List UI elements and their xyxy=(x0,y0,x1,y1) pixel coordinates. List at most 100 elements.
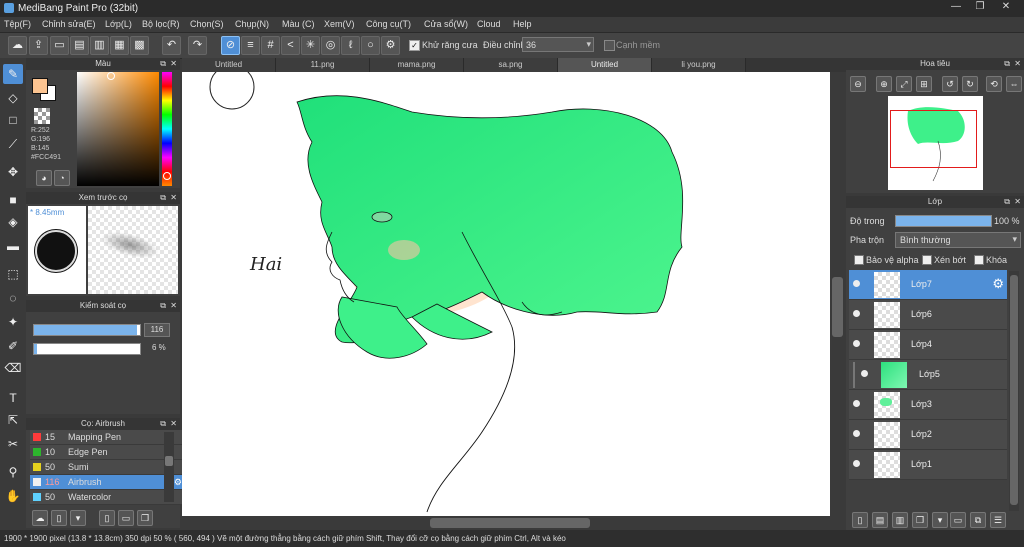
vertical-scrollbar[interactable] xyxy=(830,72,846,516)
copy-icon[interactable]: ❐ xyxy=(137,510,153,526)
cross-snap-icon[interactable]: # xyxy=(261,36,280,55)
bucket-tool-icon[interactable]: ◈ xyxy=(3,212,23,232)
close-icon[interactable]: ✕ xyxy=(170,418,177,430)
drawing-canvas[interactable]: Hai xyxy=(182,72,830,516)
menu-filter[interactable]: Bộ lọc(R) xyxy=(142,19,180,29)
circle-snap-icon[interactable]: ◎ xyxy=(321,36,340,55)
clipping-checkbox[interactable] xyxy=(922,255,932,265)
tab-untitled[interactable]: Untitled xyxy=(182,58,276,72)
soft-edge-checkbox[interactable] xyxy=(604,40,615,51)
fill-shape-tool-icon[interactable]: ■ xyxy=(3,190,23,210)
eye-icon[interactable] xyxy=(853,430,860,437)
brush-opacity-slider[interactable] xyxy=(33,343,141,355)
close-button[interactable]: ✕ xyxy=(994,0,1018,14)
menu-tools[interactable]: Công cụ(T) xyxy=(366,19,411,29)
tab-sa-png[interactable]: sa.png xyxy=(464,58,558,72)
cloud-icon[interactable]: ☁ xyxy=(8,36,27,55)
hand-tool-icon[interactable]: ✋ xyxy=(3,486,23,506)
popout-icon[interactable]: ⧉ xyxy=(1004,196,1010,208)
divide-tool-icon[interactable]: ✂ xyxy=(3,434,23,454)
snap-off-icon[interactable]: ⊘ xyxy=(221,36,240,55)
brush-item[interactable]: 50 Watercolor xyxy=(30,490,186,505)
brush-item[interactable]: 10 Edge Pen xyxy=(30,445,186,460)
operation-tool-icon[interactable]: ⇱ xyxy=(3,410,23,430)
close-icon[interactable]: ✕ xyxy=(1014,58,1021,70)
brush-size-slider[interactable] xyxy=(33,324,141,336)
layer-row-lop5[interactable]: Lớp5 xyxy=(849,360,1007,390)
canvas-area[interactable]: Hai xyxy=(182,72,846,530)
saturation-value-picker[interactable] xyxy=(77,72,159,186)
zoom-out-icon[interactable]: ⊖ xyxy=(850,76,866,92)
brush-size-value[interactable]: 116 xyxy=(144,323,170,337)
brush-list-scrollbar[interactable] xyxy=(164,432,174,502)
tab-li-you-png[interactable]: li you.png xyxy=(652,58,746,72)
merge-layer-icon[interactable]: ⧉ xyxy=(970,512,986,528)
share-icon[interactable]: ▦ xyxy=(110,36,129,55)
palette-icon[interactable]: ◕ xyxy=(36,170,52,186)
minimize-button[interactable]: — xyxy=(944,0,968,14)
horizontal-scrollbar[interactable] xyxy=(182,516,846,530)
add-layer-menu-icon[interactable]: ▾ xyxy=(932,512,948,528)
navigator-preview[interactable] xyxy=(888,96,983,190)
dot-tool-icon[interactable]: □ xyxy=(3,110,23,130)
close-icon[interactable]: ✕ xyxy=(170,300,177,312)
menu-file[interactable]: Tệp(F) xyxy=(4,19,31,29)
select-pen-tool-icon[interactable]: ✐ xyxy=(3,336,23,356)
layer-row-lop6[interactable]: Lớp6 xyxy=(849,300,1007,330)
eyedropper-tool-icon[interactable]: ⚲ xyxy=(3,462,23,482)
brush-cloud-icon[interactable]: ☁ xyxy=(32,510,48,526)
brush-item[interactable]: 50 Sumi xyxy=(30,460,186,475)
popout-icon[interactable]: ⧉ xyxy=(160,192,166,204)
eye-icon[interactable] xyxy=(861,370,868,377)
layer-row-lop4[interactable]: Lớp4 xyxy=(849,330,1007,360)
menu-help[interactable]: Help xyxy=(513,19,532,29)
magic-wand-tool-icon[interactable]: ✦ xyxy=(3,312,23,332)
new-brush-icon[interactable]: ▯ xyxy=(51,510,67,526)
adjust-dropdown[interactable]: 36 ▾ xyxy=(522,37,594,52)
color-wheel-icon[interactable]: ◔ xyxy=(54,170,70,186)
layer-list-scrollbar[interactable] xyxy=(1009,271,1019,511)
popout-icon[interactable]: ⧉ xyxy=(160,58,166,70)
new-halftone-layer-icon[interactable]: ▤ xyxy=(872,512,888,528)
menu-view[interactable]: Xem(V) xyxy=(324,19,355,29)
lasso-tool-icon[interactable]: ◌ xyxy=(3,288,23,308)
actual-size-icon[interactable]: ⊞ xyxy=(916,76,932,92)
menu-capture[interactable]: Chụp(N) xyxy=(235,19,269,29)
add-brush-icon[interactable]: ▾ xyxy=(70,510,86,526)
rotate-left-icon[interactable]: ↺ xyxy=(942,76,958,92)
viewport-frame[interactable] xyxy=(890,110,977,168)
popout-icon[interactable]: ⧉ xyxy=(160,300,166,312)
picker-cursor[interactable] xyxy=(107,72,115,80)
popout-icon[interactable]: ⧉ xyxy=(160,418,166,430)
popout-icon[interactable]: ⧉ xyxy=(1004,58,1010,70)
eye-icon[interactable] xyxy=(853,280,860,287)
layer-list-scroll-thumb[interactable] xyxy=(1010,275,1018,505)
menu-edit[interactable]: Chỉnh sửa(E) xyxy=(42,19,96,29)
vertical-scroll-thumb[interactable] xyxy=(832,277,843,337)
eye-icon[interactable] xyxy=(853,340,860,347)
close-icon[interactable]: ✕ xyxy=(170,192,177,204)
duplicate-layer-icon[interactable]: ❐ xyxy=(912,512,928,528)
flip-icon[interactable]: ⇔ xyxy=(1006,76,1022,92)
layer-row-lop3[interactable]: Lớp3 xyxy=(849,390,1007,420)
select-eraser-tool-icon[interactable]: ⌫ xyxy=(3,358,23,378)
transparent-swatch[interactable] xyxy=(34,108,50,124)
parallel-snap-icon[interactable]: ≡ xyxy=(241,36,260,55)
hue-cursor[interactable] xyxy=(163,172,171,180)
gear-icon[interactable]: ⚙ xyxy=(992,276,1004,292)
menu-cloud[interactable]: Cloud xyxy=(477,19,501,29)
rotate-reset-icon[interactable]: ⟲ xyxy=(986,76,1002,92)
gradient-tool-icon[interactable]: ▬ xyxy=(3,236,23,256)
layer-opacity-slider[interactable] xyxy=(895,215,992,227)
antialias-checkbox[interactable]: ✓ xyxy=(409,40,420,51)
tab-mama-png[interactable]: mama.png xyxy=(370,58,464,72)
comment-icon[interactable]: ▭ xyxy=(50,36,69,55)
layer-settings-icon[interactable]: ☰ xyxy=(990,512,1006,528)
menu-layer[interactable]: Lớp(L) xyxy=(105,19,132,29)
select-tool-icon[interactable]: ⬚ xyxy=(3,264,23,284)
undo-icon[interactable]: ↶ xyxy=(162,36,181,55)
close-icon[interactable]: ✕ xyxy=(170,58,177,70)
radial-snap-icon[interactable]: ✳ xyxy=(301,36,320,55)
layer-row-lop1[interactable]: Lớp1 xyxy=(849,450,1007,480)
document-icon[interactable]: ▥ xyxy=(90,36,109,55)
